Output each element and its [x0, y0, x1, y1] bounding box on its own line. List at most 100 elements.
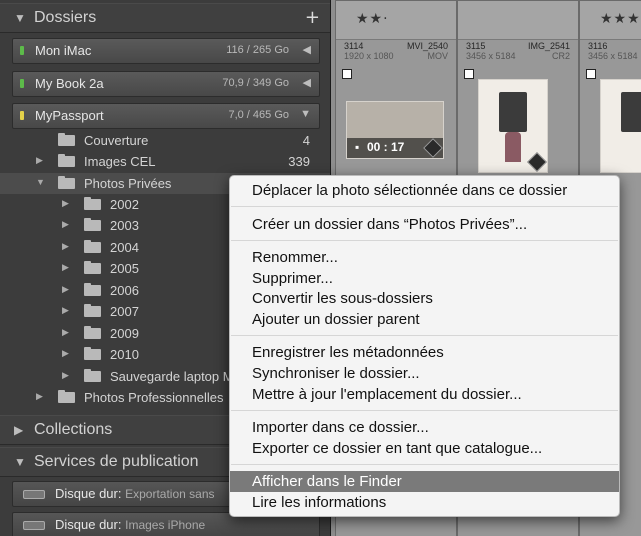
menu-separator [231, 206, 618, 207]
volume-capacity: 116 / 265 Go [226, 44, 289, 56]
cell-info: 3114 1920 x 1080 [344, 41, 394, 61]
expand-triangle-icon[interactable]: ▶ [62, 327, 69, 338]
menu-item-label: Importer dans ce dossier... [252, 419, 429, 436]
menu-item-get-info[interactable]: Lire les informations [230, 492, 619, 513]
flag-icon[interactable] [464, 69, 474, 79]
folder-icon [84, 369, 101, 382]
folder-row-images-cel[interactable]: ▶ Images CEL 339 [0, 151, 330, 172]
photo-filename: IMG_2541 [527, 41, 570, 51]
volume-name: Mon iMac [35, 43, 92, 58]
menu-item-label: Lire les informations [252, 494, 387, 511]
folder-icon [58, 390, 75, 403]
folder-label: Images CEL [84, 154, 156, 169]
expand-triangle-icon[interactable]: ▶ [62, 262, 69, 273]
expand-triangle-icon[interactable]: ▶ [36, 155, 43, 166]
cell-info: 3115 3456 x 5184 [466, 41, 516, 61]
expand-triangle-icon[interactable]: ▶ [62, 241, 69, 252]
photo-number: 3115 [466, 41, 486, 51]
menu-item-rename[interactable]: Renommer... [230, 247, 619, 268]
volume-mon-imac[interactable]: Mon iMac 116 / 265 Go ◀ [12, 38, 320, 64]
edit-badge-icon [527, 152, 547, 172]
menu-separator [231, 240, 618, 241]
menu-separator [231, 464, 618, 465]
menu-item-synchronize[interactable]: Synchroniser le dossier... [230, 363, 619, 384]
photo-content [499, 92, 527, 132]
menu-item-label: Enregistrer les métadonnées [252, 344, 444, 361]
collapse-triangle-icon[interactable]: ▼ [36, 177, 45, 187]
folder-icon [58, 133, 75, 146]
menu-item-move-photo[interactable]: Déplacer la photo sélectionnée dans ce d… [230, 180, 619, 201]
volume-name: My Book 2a [35, 76, 104, 91]
collapse-triangle-icon[interactable]: ▼ [14, 455, 26, 469]
volume-collapse-arrow-icon[interactable]: ▼ [300, 108, 311, 120]
menu-item-convert-subfolders[interactable]: Convertir les sous-dossiers [230, 288, 619, 309]
expand-triangle-icon[interactable]: ▶ [62, 305, 69, 316]
menu-item-label: Créer un dossier dans “Photos Privées”..… [252, 216, 528, 233]
folder-label: 2003 [110, 218, 139, 233]
photo-dimensions: 3456 x 5184 [588, 51, 638, 61]
menu-item-label: Exporter ce dossier en tant que catalogu… [252, 440, 543, 457]
expand-triangle-icon[interactable]: ▶ [62, 370, 69, 381]
folder-label: 2002 [110, 197, 139, 212]
volume-capacity: 7,0 / 465 Go [228, 109, 289, 121]
menu-item-label: Mettre à jour l'emplacement du dossier..… [252, 386, 522, 403]
folder-icon [84, 261, 101, 274]
star-rating[interactable]: ★★★ [600, 11, 641, 27]
menu-item-label: Déplacer la photo sélectionnée dans ce d… [252, 182, 568, 199]
folder-context-menu: Déplacer la photo sélectionnée dans ce d… [229, 175, 620, 517]
service-sub: Images iPhone [125, 518, 206, 532]
menu-item-add-parent[interactable]: Ajouter un dossier parent [230, 309, 619, 330]
folder-icon [58, 154, 75, 167]
menu-item-export-catalog[interactable]: Exporter ce dossier en tant que catalogu… [230, 438, 619, 459]
expand-triangle-icon[interactable]: ▶ [62, 219, 69, 230]
folder-label: 2009 [110, 326, 139, 341]
folder-label: Couverture [84, 133, 149, 148]
menu-item-label: Supprimer... [252, 270, 333, 287]
menu-item-import[interactable]: Importer dans ce dossier... [230, 417, 619, 438]
folder-icon [84, 304, 101, 317]
video-duration: 00 : 17 [367, 140, 405, 154]
flag-icon[interactable] [342, 69, 352, 79]
menu-item-label: Ajouter un dossier parent [252, 311, 420, 328]
folder-icon [84, 240, 101, 253]
menu-separator [231, 410, 618, 411]
folder-label: 2007 [110, 304, 139, 319]
volume-capacity: 70,9 / 349 Go [222, 77, 289, 89]
expand-triangle-icon[interactable]: ▶ [62, 348, 69, 359]
folder-icon [84, 218, 101, 231]
photo-thumbnail[interactable] [600, 79, 641, 173]
folder-row-couverture[interactable]: Couverture 4 [0, 130, 330, 151]
collections-title: Collections [34, 421, 113, 438]
folder-icon [58, 176, 75, 189]
rating-bar [458, 1, 578, 40]
dossiers-panel-header[interactable]: ▼ Dossiers + [0, 3, 330, 33]
photo-thumbnail[interactable]: ▪ 00 : 17 [346, 101, 444, 159]
folder-count: 4 [302, 133, 310, 148]
expand-triangle-icon[interactable]: ▶ [36, 391, 43, 402]
menu-item-create-folder[interactable]: Créer un dossier dans “Photos Privées”..… [230, 214, 619, 235]
service-name: Disque dur [55, 517, 118, 532]
volume-expand-arrow-icon[interactable]: ◀ [303, 76, 311, 89]
collapse-triangle-icon[interactable]: ▼ [14, 11, 26, 25]
star-rating[interactable]: ★★· [356, 11, 389, 27]
expand-triangle-icon[interactable]: ▶ [14, 423, 23, 437]
expand-triangle-icon[interactable]: ▶ [62, 284, 69, 295]
add-folder-icon[interactable]: + [305, 7, 320, 28]
volume-status-led-icon [20, 46, 24, 55]
dossiers-title: Dossiers [34, 9, 97, 26]
photo-dimensions: 3456 x 5184 [466, 51, 516, 61]
menu-item-label: Synchroniser le dossier... [252, 365, 420, 382]
menu-item-show-in-finder[interactable]: Afficher dans le Finder [230, 471, 619, 492]
photo-extension: MOV [427, 51, 448, 61]
menu-item-save-metadata[interactable]: Enregistrer les métadonnées [230, 342, 619, 363]
volume-my-book-2a[interactable]: My Book 2a 70,9 / 349 Go ◀ [12, 71, 320, 97]
expand-triangle-icon[interactable]: ▶ [62, 198, 69, 209]
cell-filename: MVI_2540 MOV [407, 41, 448, 61]
menu-item-delete[interactable]: Supprimer... [230, 268, 619, 289]
flag-icon[interactable] [586, 69, 596, 79]
menu-item-update-location[interactable]: Mettre à jour l'emplacement du dossier..… [230, 384, 619, 405]
cell-info: 3116 3456 x 5184 [588, 41, 638, 61]
volume-expand-arrow-icon[interactable]: ◀ [303, 43, 311, 56]
volume-mypassport[interactable]: MyPassport 7,0 / 465 Go ▼ [12, 103, 320, 129]
photo-thumbnail[interactable] [478, 79, 548, 173]
